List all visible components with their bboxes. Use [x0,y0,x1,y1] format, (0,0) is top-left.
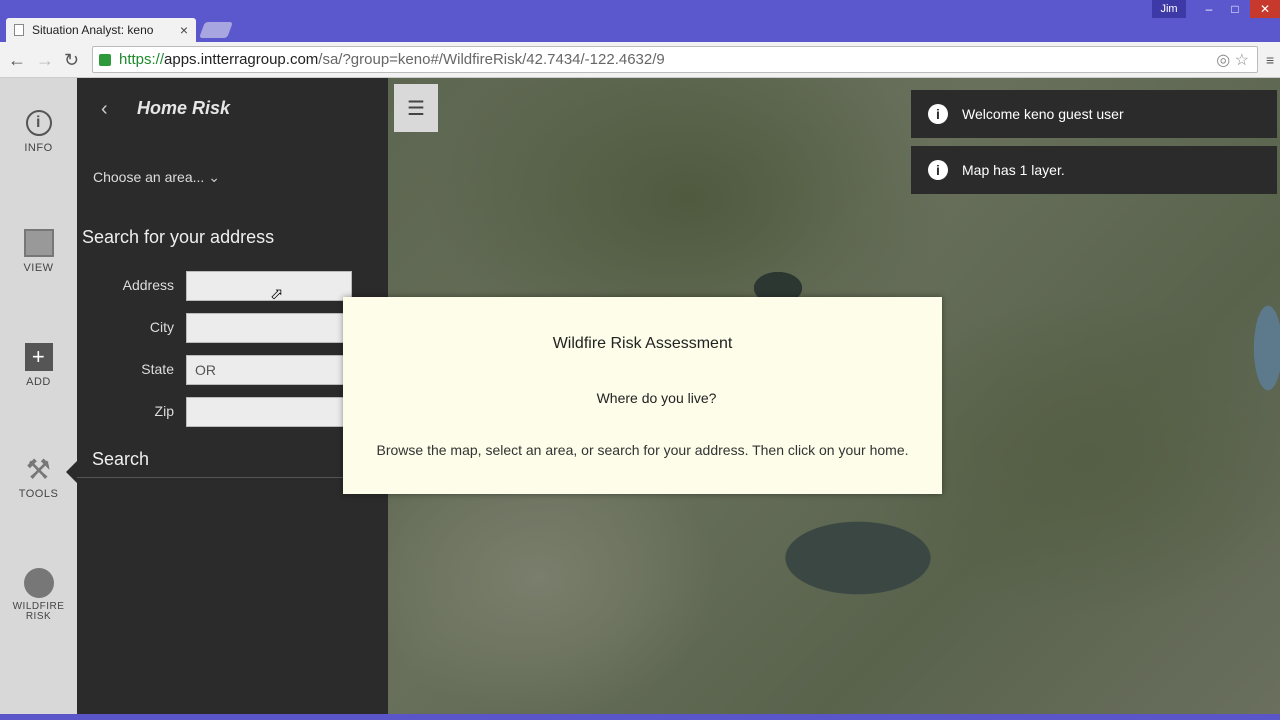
mouse-cursor-icon: ⬀ [270,286,284,303]
search-heading: Search for your address [82,227,275,247]
browser-toolbar: ← → ↻ https://apps.intterragroup.com/sa/… [0,42,1280,78]
bookmark-star-icon[interactable]: ◎ ☆ [1216,50,1249,70]
sidebar-item-add[interactable]: + ADD [0,342,77,388]
person-icon [23,568,54,598]
browser-titlebar: Situation Analyst: keno × Jim ‒ □ ✕ [0,0,1280,42]
sidebar-item-label: ADD [26,376,51,388]
info-icon: i [928,160,948,180]
city-row: City [77,313,388,345]
new-tab-button[interactable] [199,22,233,38]
user-badge[interactable]: Jim [1152,0,1186,18]
info-icon: i [24,108,54,138]
address-input[interactable] [186,271,352,301]
toast-text: Welcome keno guest user [962,106,1124,122]
search-button[interactable]: Search [77,440,347,478]
url-host: apps.intterragroup.com [164,51,319,68]
forward-arrow-icon[interactable]: → [36,50,54,71]
wildfire-risk-modal[interactable]: Wildfire Risk Assessment Where do you li… [343,297,942,494]
back-chevron-icon[interactable]: ‹ [101,98,108,121]
modal-question: Where do you live? [596,390,717,406]
info-icon: i [928,104,948,124]
browser-tab[interactable]: Situation Analyst: keno × [6,18,196,42]
address-row: Address [77,271,388,303]
tools-icon: ⚒ [25,453,52,485]
choose-area-dropdown[interactable]: Choose an area... ⌄ [93,169,220,186]
image-icon [23,228,54,258]
address-bar[interactable]: https://apps.intterragroup.com/sa/?group… [92,46,1258,73]
window-bottom-border [0,714,1280,720]
left-toolbar: i INFO VIEW + ADD ⚒ TOOLS WILDFIRE RISK [0,78,77,714]
document-icon [14,24,24,36]
state-input[interactable] [186,355,352,385]
maximize-button[interactable]: □ [1222,0,1248,18]
address-label: Address [122,277,174,293]
browser-menu-icon[interactable]: ≡ [1266,52,1274,68]
city-input[interactable] [186,313,352,343]
url-path: /sa/?group=keno#/WildfireRisk/42.7434/-1… [318,51,665,68]
home-risk-panel: ‹ Home Risk Choose an area... ⌄ Search fo… [77,78,388,714]
state-label: State [141,361,174,377]
sidebar-item-label: WILDFIRE RISK [12,601,65,622]
hamburger-menu-icon[interactable]: ☰ [394,84,438,132]
sidebar-item-wildfire-risk[interactable]: WILDFIRE RISK [0,568,77,622]
minimize-button[interactable]: ‒ [1196,0,1222,18]
window-close-button[interactable]: ✕ [1250,0,1280,18]
zip-label: Zip [154,403,174,419]
sidebar-item-label: INFO [24,142,53,154]
reload-icon[interactable]: ↻ [64,50,79,71]
url-scheme: https:// [119,51,165,68]
state-row: State [77,355,388,387]
modal-title: Wildfire Risk Assessment [552,335,733,352]
toast-layers[interactable]: i Map has 1 layer. [911,146,1277,194]
panel-title: Home Risk [137,98,231,118]
toast-text: Map has 1 layer. [962,162,1065,178]
zip-row: Zip [77,397,388,429]
choose-area-label: Choose an area... [93,169,205,185]
tab-close-icon[interactable]: × [180,22,188,38]
sidebar-item-label: VIEW [23,262,54,274]
city-label: City [149,319,174,335]
sidebar-item-view[interactable]: VIEW [0,228,77,274]
tab-title: Situation Analyst: keno [32,23,154,37]
modal-body: Browse the map, select an area, or searc… [376,442,909,458]
lock-icon [99,53,111,66]
zip-input[interactable] [186,397,352,427]
chevron-down-icon: ⌄ [208,169,221,185]
plus-icon: + [24,342,54,372]
sidebar-item-info[interactable]: i INFO [0,108,77,154]
toast-welcome[interactable]: i Welcome keno guest user [911,90,1277,138]
sidebar-item-label: TOOLS [18,488,59,500]
back-arrow-icon[interactable]: ← [8,50,26,71]
